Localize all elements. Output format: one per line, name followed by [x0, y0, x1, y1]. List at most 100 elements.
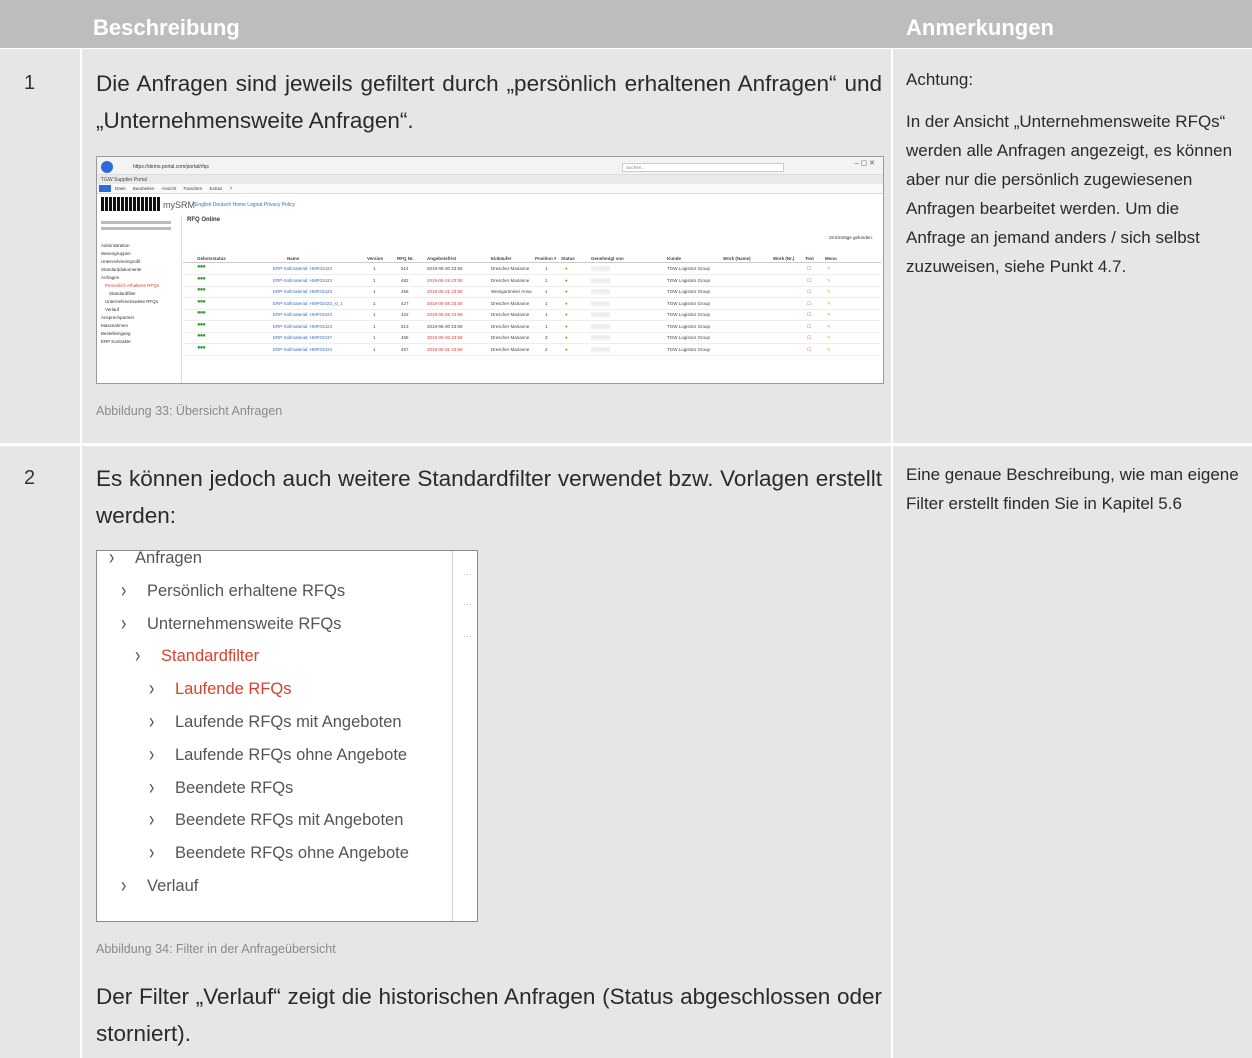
note-text: In der Ansicht „Unternehmensweite RFQs“ …	[906, 112, 1233, 276]
window-controls-icon[interactable]: – ▢ ✕	[855, 159, 875, 167]
cell-buyer: Drescher Marianne	[491, 335, 530, 340]
col-header[interactable]: Gebotsstatus	[197, 256, 226, 261]
cell-nr: 458	[401, 289, 409, 294]
tree-item[interactable]: › Laufende RFQs	[149, 678, 291, 701]
bid-status-icon: ●●●	[197, 333, 206, 339]
table-row[interactable]: ●●● ERP-Sollmaterial: HMF03423 1 458 2019-06…	[183, 287, 881, 298]
tree-item[interactable]: › Beendete RFQs mit Angeboten	[149, 810, 403, 832]
table-row[interactable]: ●●● ERP-Sollmaterial: HMF03423 1 514 2019-06…	[183, 264, 881, 275]
instruction-table: Beschreibung Anmerkungen 1 Die Anfragen …	[0, 0, 1252, 1058]
col-header[interactable]: Version	[367, 256, 383, 261]
cell-name[interactable]: ERP-Sollmaterial: HMF03437	[273, 335, 332, 340]
text-checkbox-icon[interactable]: ☐	[807, 289, 811, 295]
cell-name[interactable]: ERP-Sollmaterial: HMF03434	[273, 347, 332, 352]
text-checkbox-icon[interactable]: ☐	[807, 312, 811, 318]
table-row[interactable]: ●●● ERP-Sollmaterial: HMF03437 1 465 2019-06…	[183, 333, 881, 344]
cell-name[interactable]: ERP-Sollmaterial: HMF03423_sl_1	[273, 301, 343, 306]
cell-buyer: Drescher Marianne	[491, 323, 530, 329]
tree-item[interactable]: › Persönlich erhaltene RFQs	[121, 580, 346, 603]
table-row[interactable]: ●●● ERP-Sollmaterial: HMF03423_sl_1 1 427 20…	[183, 299, 881, 310]
menu-edit-icon[interactable]: ✎	[827, 266, 831, 272]
page-title: RFQ Online	[187, 217, 220, 223]
cell-version: 1	[373, 312, 376, 317]
chevron-right-icon: ›	[121, 580, 127, 603]
col-header[interactable]: Text	[805, 256, 814, 261]
address-bar[interactable]: https://demo.portal.com/portal/rfqs	[133, 164, 209, 170]
col-header[interactable]: Menu	[825, 256, 837, 261]
table-row[interactable]: ●●● ERP-Sollmaterial: HMF03434 1 457 2019-05…	[183, 345, 881, 356]
text-checkbox-icon[interactable]: ☐	[807, 347, 811, 353]
sidebar-item[interactable]: Standardfilter	[109, 291, 136, 296]
tree-item[interactable]: › Standardfilter	[135, 646, 259, 668]
sidebar-item[interactable]: Bestelleingang	[101, 331, 131, 336]
back-icon[interactable]	[101, 161, 113, 173]
col-header[interactable]: Work (Nr.)	[773, 256, 794, 261]
table-row[interactable]: ●●● ERP-Sollmaterial: HMF03423 1 513 2019-06…	[183, 322, 881, 333]
menu-bar-items[interactable]: Datei Bearbeiten Ansicht Favoriten Extra…	[115, 186, 232, 191]
table-row[interactable]: ●●● ERP-Sollmaterial: HMF03423 1 482 2019-06…	[183, 276, 881, 287]
sidebar-item[interactable]: Warengruppen	[101, 251, 131, 256]
text-checkbox-icon[interactable]: ☐	[807, 335, 811, 341]
menu-edit-icon[interactable]: ✎	[827, 278, 831, 284]
blurred-cell: ▒▒▒▒▒▒	[591, 266, 611, 271]
table-header: Beschreibung Anmerkungen	[0, 0, 1252, 48]
text-checkbox-icon[interactable]: ☐	[807, 266, 811, 272]
col-header[interactable]: Einkäufer	[491, 256, 512, 261]
blurred-cell: ▒▒▒▒▒▒	[591, 289, 611, 294]
menu-edit-icon[interactable]: ✎	[827, 289, 831, 295]
col-header[interactable]: Position #	[535, 256, 557, 261]
sidebar-item[interactable]: Ansprechpartner	[101, 315, 134, 320]
menu-edit-icon[interactable]: ✎	[827, 347, 831, 353]
col-header[interactable]: Genehmigt von	[591, 256, 624, 261]
row-followup-text: Der Filter „Verlauf“ zeigt die historisc…	[96, 984, 882, 1046]
sidebar-item[interactable]: Standarddokumente	[101, 267, 142, 272]
sidebar-item[interactable]: Unternehmensprofil	[101, 259, 140, 264]
col-header[interactable]: Name	[287, 256, 299, 261]
cell-deadline: 2019-06-30 23:59	[427, 323, 463, 329]
browser-tab-bar: TGW Supplier Portal	[97, 175, 883, 184]
col-header[interactable]: Status	[561, 256, 575, 261]
sidebar-item-active[interactable]: Persönlich erhaltene RFQs	[105, 283, 159, 288]
text-checkbox-icon[interactable]: ☐	[807, 324, 811, 330]
sidebar-item[interactable]: Anfragen	[101, 275, 119, 280]
cell-name[interactable]: ERP-Sollmaterial: HMF03423	[273, 266, 332, 271]
tree-item[interactable]: › Unternehmensweite RFQs	[121, 613, 341, 635]
chevron-right-icon: ›	[149, 678, 155, 701]
column-divider	[891, 446, 893, 1058]
menu-edit-icon[interactable]: ✎	[827, 312, 831, 318]
text-checkbox-icon[interactable]: ☐	[807, 301, 811, 307]
menu-edit-icon[interactable]: ✎	[827, 324, 831, 330]
sidebar-item[interactable]: Unternehmensweite RFQs	[105, 299, 158, 304]
cell-name[interactable]: ERP-Sollmaterial: HMF03423	[273, 324, 332, 329]
browser-tab[interactable]: TGW Supplier Portal	[101, 177, 147, 183]
tree-item[interactable]: › Verlauf	[121, 875, 198, 897]
tree-item[interactable]: › Laufende RFQs ohne Angebote	[149, 744, 407, 766]
col-header[interactable]: RFQ Nr.	[397, 256, 414, 261]
tree-item[interactable]: › Laufende RFQs mit Angeboten	[149, 711, 402, 733]
table-row[interactable]: ●●● ERP-Sollmaterial: HMF03423 1 422 2019-05…	[183, 310, 881, 321]
tree-item-label: Persönlich erhaltene RFQs	[147, 581, 346, 600]
menu-edit-icon[interactable]: ✎	[827, 301, 831, 307]
col-header[interactable]: Angebotsfrist	[427, 256, 456, 261]
tree-item[interactable]: › Beendete RFQs ohne Angebote	[149, 842, 409, 864]
top-links[interactable]: English Deutsch Home Logout Privacy Poli…	[195, 202, 295, 208]
col-header[interactable]: Work (Name)	[723, 256, 751, 261]
sidebar-item[interactable]: Massnahmen	[101, 323, 128, 328]
figure-caption: Abbildung 34: Filter in der Anfrageübers…	[96, 942, 336, 956]
sidebar-item[interactable]: Verlauf	[105, 307, 119, 312]
cell-nr: 514	[401, 266, 409, 271]
tree-item[interactable]: › Beendete RFQs	[149, 777, 293, 799]
sidebar-item[interactable]: Administration	[101, 243, 130, 248]
text-checkbox-icon[interactable]: ☐	[807, 278, 811, 284]
header-notes: Anmerkungen	[906, 15, 1054, 40]
cell-name[interactable]: ERP-Sollmaterial: HMF03423	[273, 278, 332, 283]
browser-search-input[interactable]: Suchen...	[622, 163, 784, 172]
cell-name[interactable]: ERP-Sollmaterial: HMF03423	[273, 312, 332, 317]
col-header[interactable]: Kunde	[667, 256, 681, 261]
tree-item[interactable]: › Anfragen	[109, 551, 202, 569]
cell-name[interactable]: ERP-Sollmaterial: HMF03423	[273, 289, 332, 294]
blurred-cell: ▒▒▒▒▒▒	[591, 346, 611, 352]
status-icon: ●	[565, 289, 568, 294]
sidebar-item[interactable]: ERP Kontrakte	[101, 339, 131, 344]
menu-edit-icon[interactable]: ✎	[827, 335, 831, 341]
